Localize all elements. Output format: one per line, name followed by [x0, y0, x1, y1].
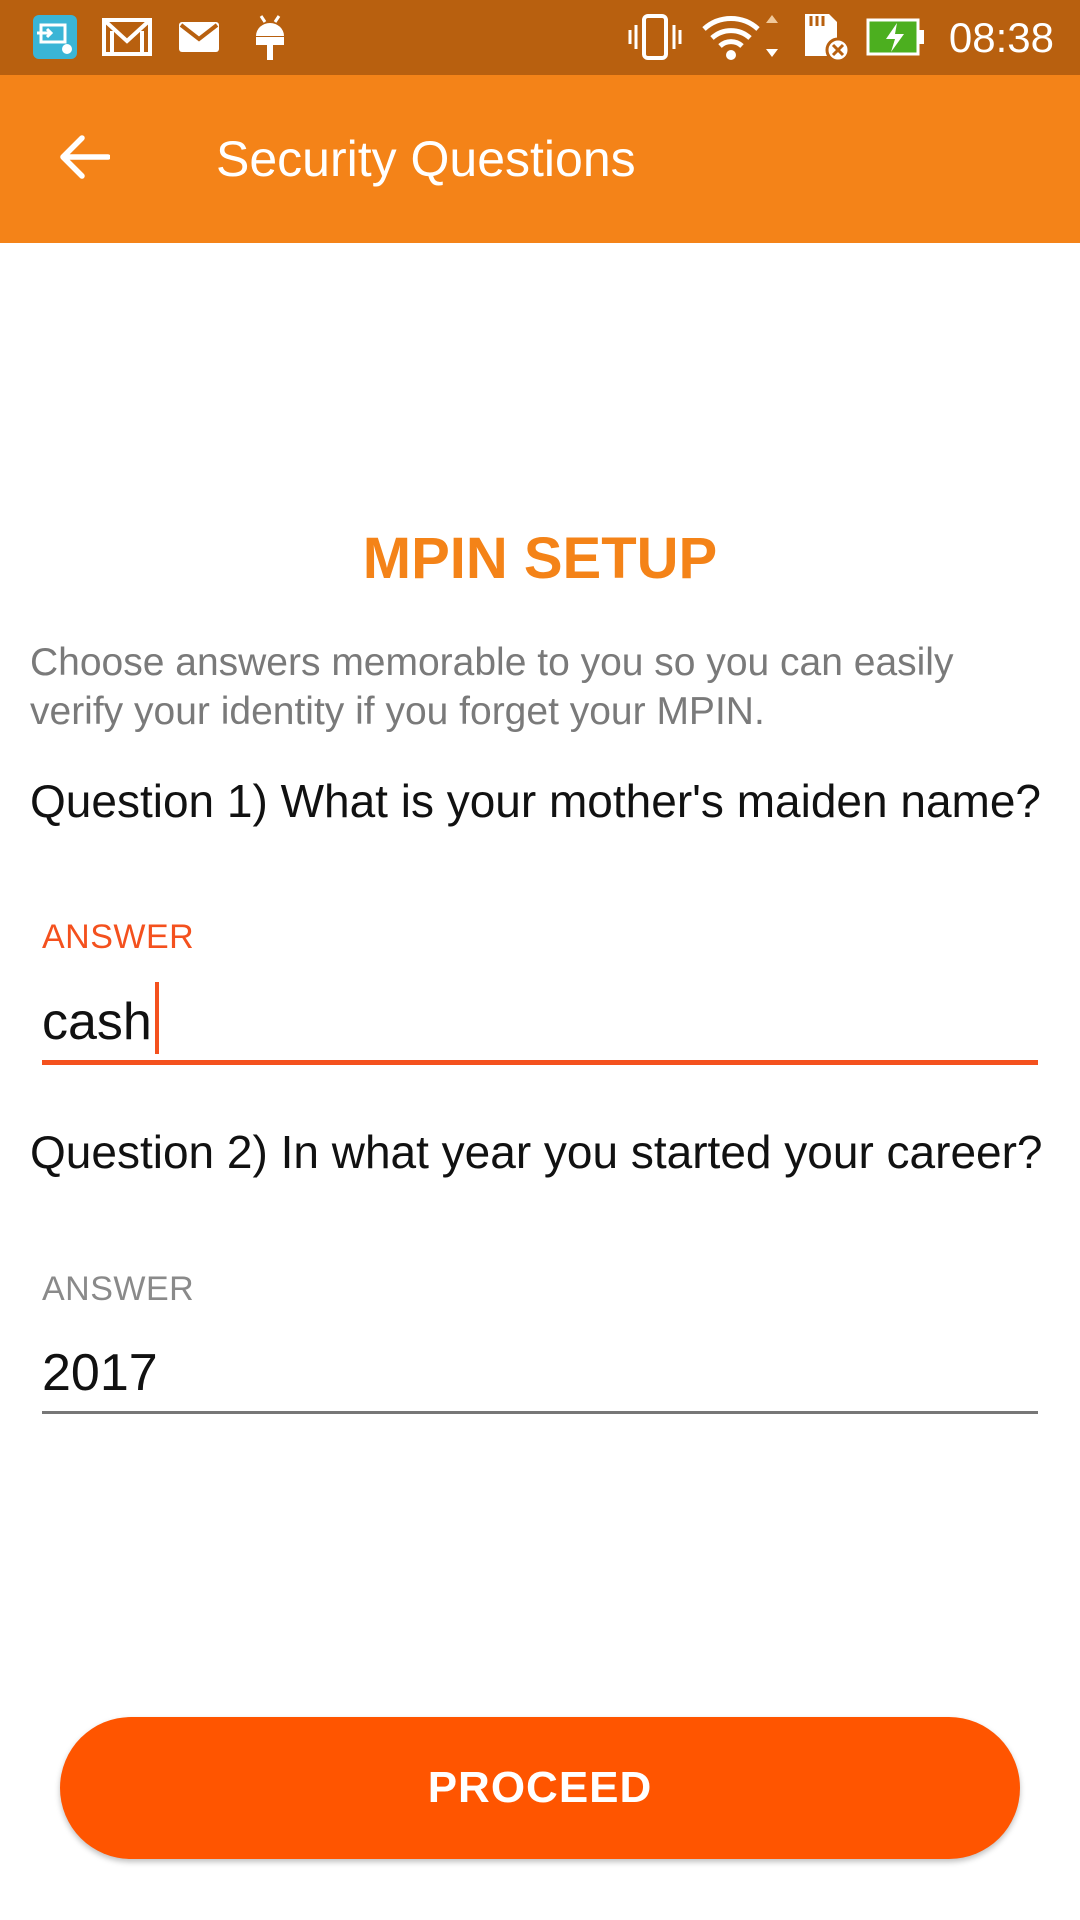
status-time: 08:38 [948, 14, 1054, 61]
page-title: Security Questions [216, 131, 636, 187]
vibrate-icon [626, 12, 684, 62]
proceed-button[interactable]: PROCEED [60, 1717, 1020, 1859]
answer-2-underline [42, 1411, 1038, 1414]
section-heading: MPIN SETUP [362, 526, 718, 591]
question-1-text: Question 1) What is your mother's maiden… [30, 775, 1042, 827]
sd-card-icon [800, 12, 852, 62]
app-bar: Security Questions [0, 75, 1080, 243]
mail-icon [176, 12, 222, 62]
back-button[interactable] [44, 119, 124, 199]
question-2-text: Question 2) In what year you started you… [30, 1126, 1043, 1178]
text-cursor [155, 982, 159, 1054]
answer-2-input[interactable] [42, 1333, 1038, 1413]
screen-mirror-icon [30, 12, 80, 62]
status-bar: 08:38 [0, 0, 1080, 75]
screen: 08:38 Security Questions MPIN SETUP Choo… [0, 0, 1080, 1920]
battery-charging-icon [866, 12, 926, 62]
answer-1-label: ANSWER [42, 918, 195, 956]
intro-text: Choose answers memorable to you so you c… [30, 641, 954, 733]
android-debug-icon [250, 12, 290, 62]
gmail-icon [100, 12, 154, 62]
arrow-left-icon [58, 133, 111, 186]
wifi-icon [700, 12, 780, 62]
answer-1-input[interactable] [42, 982, 1038, 1062]
answer-2-label: ANSWER [42, 1270, 195, 1308]
answer-1-underline [42, 1060, 1038, 1065]
